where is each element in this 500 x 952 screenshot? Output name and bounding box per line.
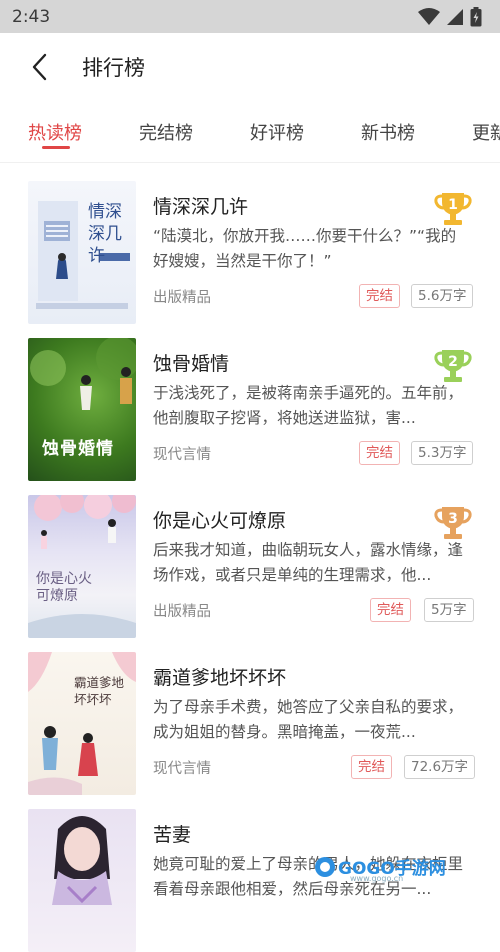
- word-count-badge: 5万字: [424, 598, 474, 622]
- trophy-icon: 2: [434, 350, 472, 382]
- book-title: 苦妻: [153, 824, 192, 846]
- active-tab-indicator: [42, 146, 70, 149]
- trophy-icon: 1: [434, 193, 472, 225]
- word-count-badge: 5.6万字: [411, 284, 474, 308]
- chevron-left-icon: [32, 53, 47, 81]
- cover-art-5: [52, 816, 112, 905]
- word-count-badge: 72.6万字: [404, 755, 476, 779]
- tab-hot[interactable]: 热读榜: [28, 119, 82, 145]
- book-category: 出版精品: [153, 290, 211, 306]
- rank-number: 1: [448, 197, 458, 213]
- trophy-icon: 3: [434, 507, 472, 539]
- signal-icon: [447, 8, 463, 25]
- word-count-badge: 5.3万字: [411, 441, 474, 465]
- book-title: 你是心火可燎原: [153, 510, 287, 532]
- list-item[interactable]: 蚀骨婚情 蚀骨婚情 2 于浅浅死了，是被蒋南亲手逼死的。五年前，他剖腹取子挖肾，…: [0, 323, 500, 481]
- list-item[interactable]: 情深 深几许 情深深几许 1 “陆漠北，你放开我……你要干什么？”“我的好嫂嫂，…: [0, 166, 500, 324]
- rank-number: 2: [448, 354, 458, 370]
- book-title: 情深深几许: [153, 196, 249, 218]
- tab-rated[interactable]: 好评榜: [250, 119, 304, 145]
- book-description: 为了母亲手术费，她答应了父亲自私的要求，成为姐姐的替身。黑暗掩盖，一夜荒...: [153, 698, 464, 741]
- battery-icon: [470, 6, 482, 26]
- list-item[interactable]: 你是心火 可燎原 你是心火可燎原 3 后来我才知道，曲临朝玩女人，露水情缘，逢场…: [0, 480, 500, 638]
- tab-updated[interactable]: 更新: [472, 119, 500, 145]
- back-button[interactable]: [24, 52, 54, 82]
- cover-title: 情深 深几许: [88, 202, 122, 266]
- page-title: 排行榜: [82, 56, 145, 80]
- tab-bar: 热读榜 完结榜 好评榜 新书榜 更新: [0, 101, 500, 163]
- book-cover: 你是心火 可燎原: [28, 495, 136, 638]
- book-title: 蚀骨婚情: [153, 353, 230, 375]
- cover-art-2: [30, 338, 136, 410]
- list-item[interactable]: 霸道爹地 坏坏坏 霸道爹地坏坏坏 为了母亲手术费，她答应了父亲自私的要求，成为姐…: [0, 637, 500, 795]
- cover-title: 霸道爹地 坏坏坏: [74, 675, 125, 707]
- book-cover: 情深 深几许: [28, 181, 136, 324]
- status-badge: 完结: [359, 284, 400, 308]
- gogo-logo-icon: [315, 856, 335, 877]
- wifi-icon: [418, 7, 440, 25]
- book-cover: [28, 809, 136, 952]
- rank-number: 3: [448, 511, 458, 527]
- book-description: “陆漠北，你放开我……你要干什么？”“我的好嫂嫂，当然是干你了！”: [153, 227, 457, 270]
- tab-completed[interactable]: 完结榜: [139, 119, 193, 145]
- status-bar: 2:43: [0, 0, 500, 33]
- app-bar: 排行榜: [0, 33, 500, 101]
- book-title: 霸道爹地坏坏坏: [153, 667, 287, 689]
- status-badge: 完结: [351, 755, 392, 779]
- book-description: 后来我才知道，曲临朝玩女人，露水情缘，逢场作戏，或者只是单纯的生理需求，他...: [153, 541, 464, 584]
- book-category: 出版精品: [153, 604, 211, 620]
- cover-title: 蚀骨婚情: [42, 439, 114, 459]
- status-time: 2:43: [12, 6, 51, 27]
- book-category: 现代言情: [153, 447, 211, 463]
- cover-art-3: [28, 495, 136, 638]
- book-cover: 蚀骨婚情: [28, 338, 136, 481]
- status-badge: 完结: [359, 441, 400, 465]
- status-icons: [418, 6, 482, 27]
- cover-title: 你是心火 可燎原: [36, 571, 92, 604]
- tab-new[interactable]: 新书榜: [361, 119, 415, 145]
- book-cover: 霸道爹地 坏坏坏: [28, 652, 136, 795]
- watermark-url: www.gogo.cn: [350, 874, 404, 883]
- book-description: 于浅浅死了，是被蒋南亲手逼死的。五年前，他剖腹取子挖肾，将她送进监狱，害...: [153, 384, 464, 427]
- status-badge: 完结: [370, 598, 411, 622]
- book-category: 现代言情: [153, 761, 211, 777]
